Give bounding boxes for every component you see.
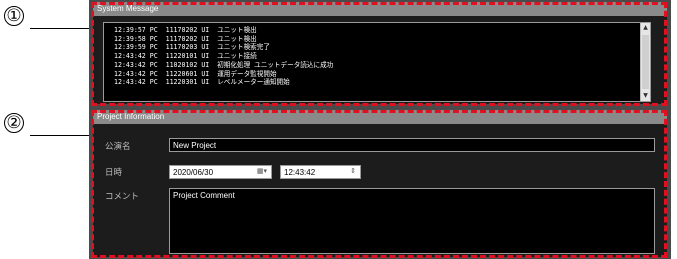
highlight-box-project-information xyxy=(91,110,667,258)
callout-leader-2 xyxy=(30,135,92,136)
highlight-box-system-message xyxy=(91,2,667,106)
callout-number-1: ① xyxy=(4,6,24,26)
callout-number-2: ② xyxy=(4,113,24,133)
callout-leader-1 xyxy=(30,28,92,29)
